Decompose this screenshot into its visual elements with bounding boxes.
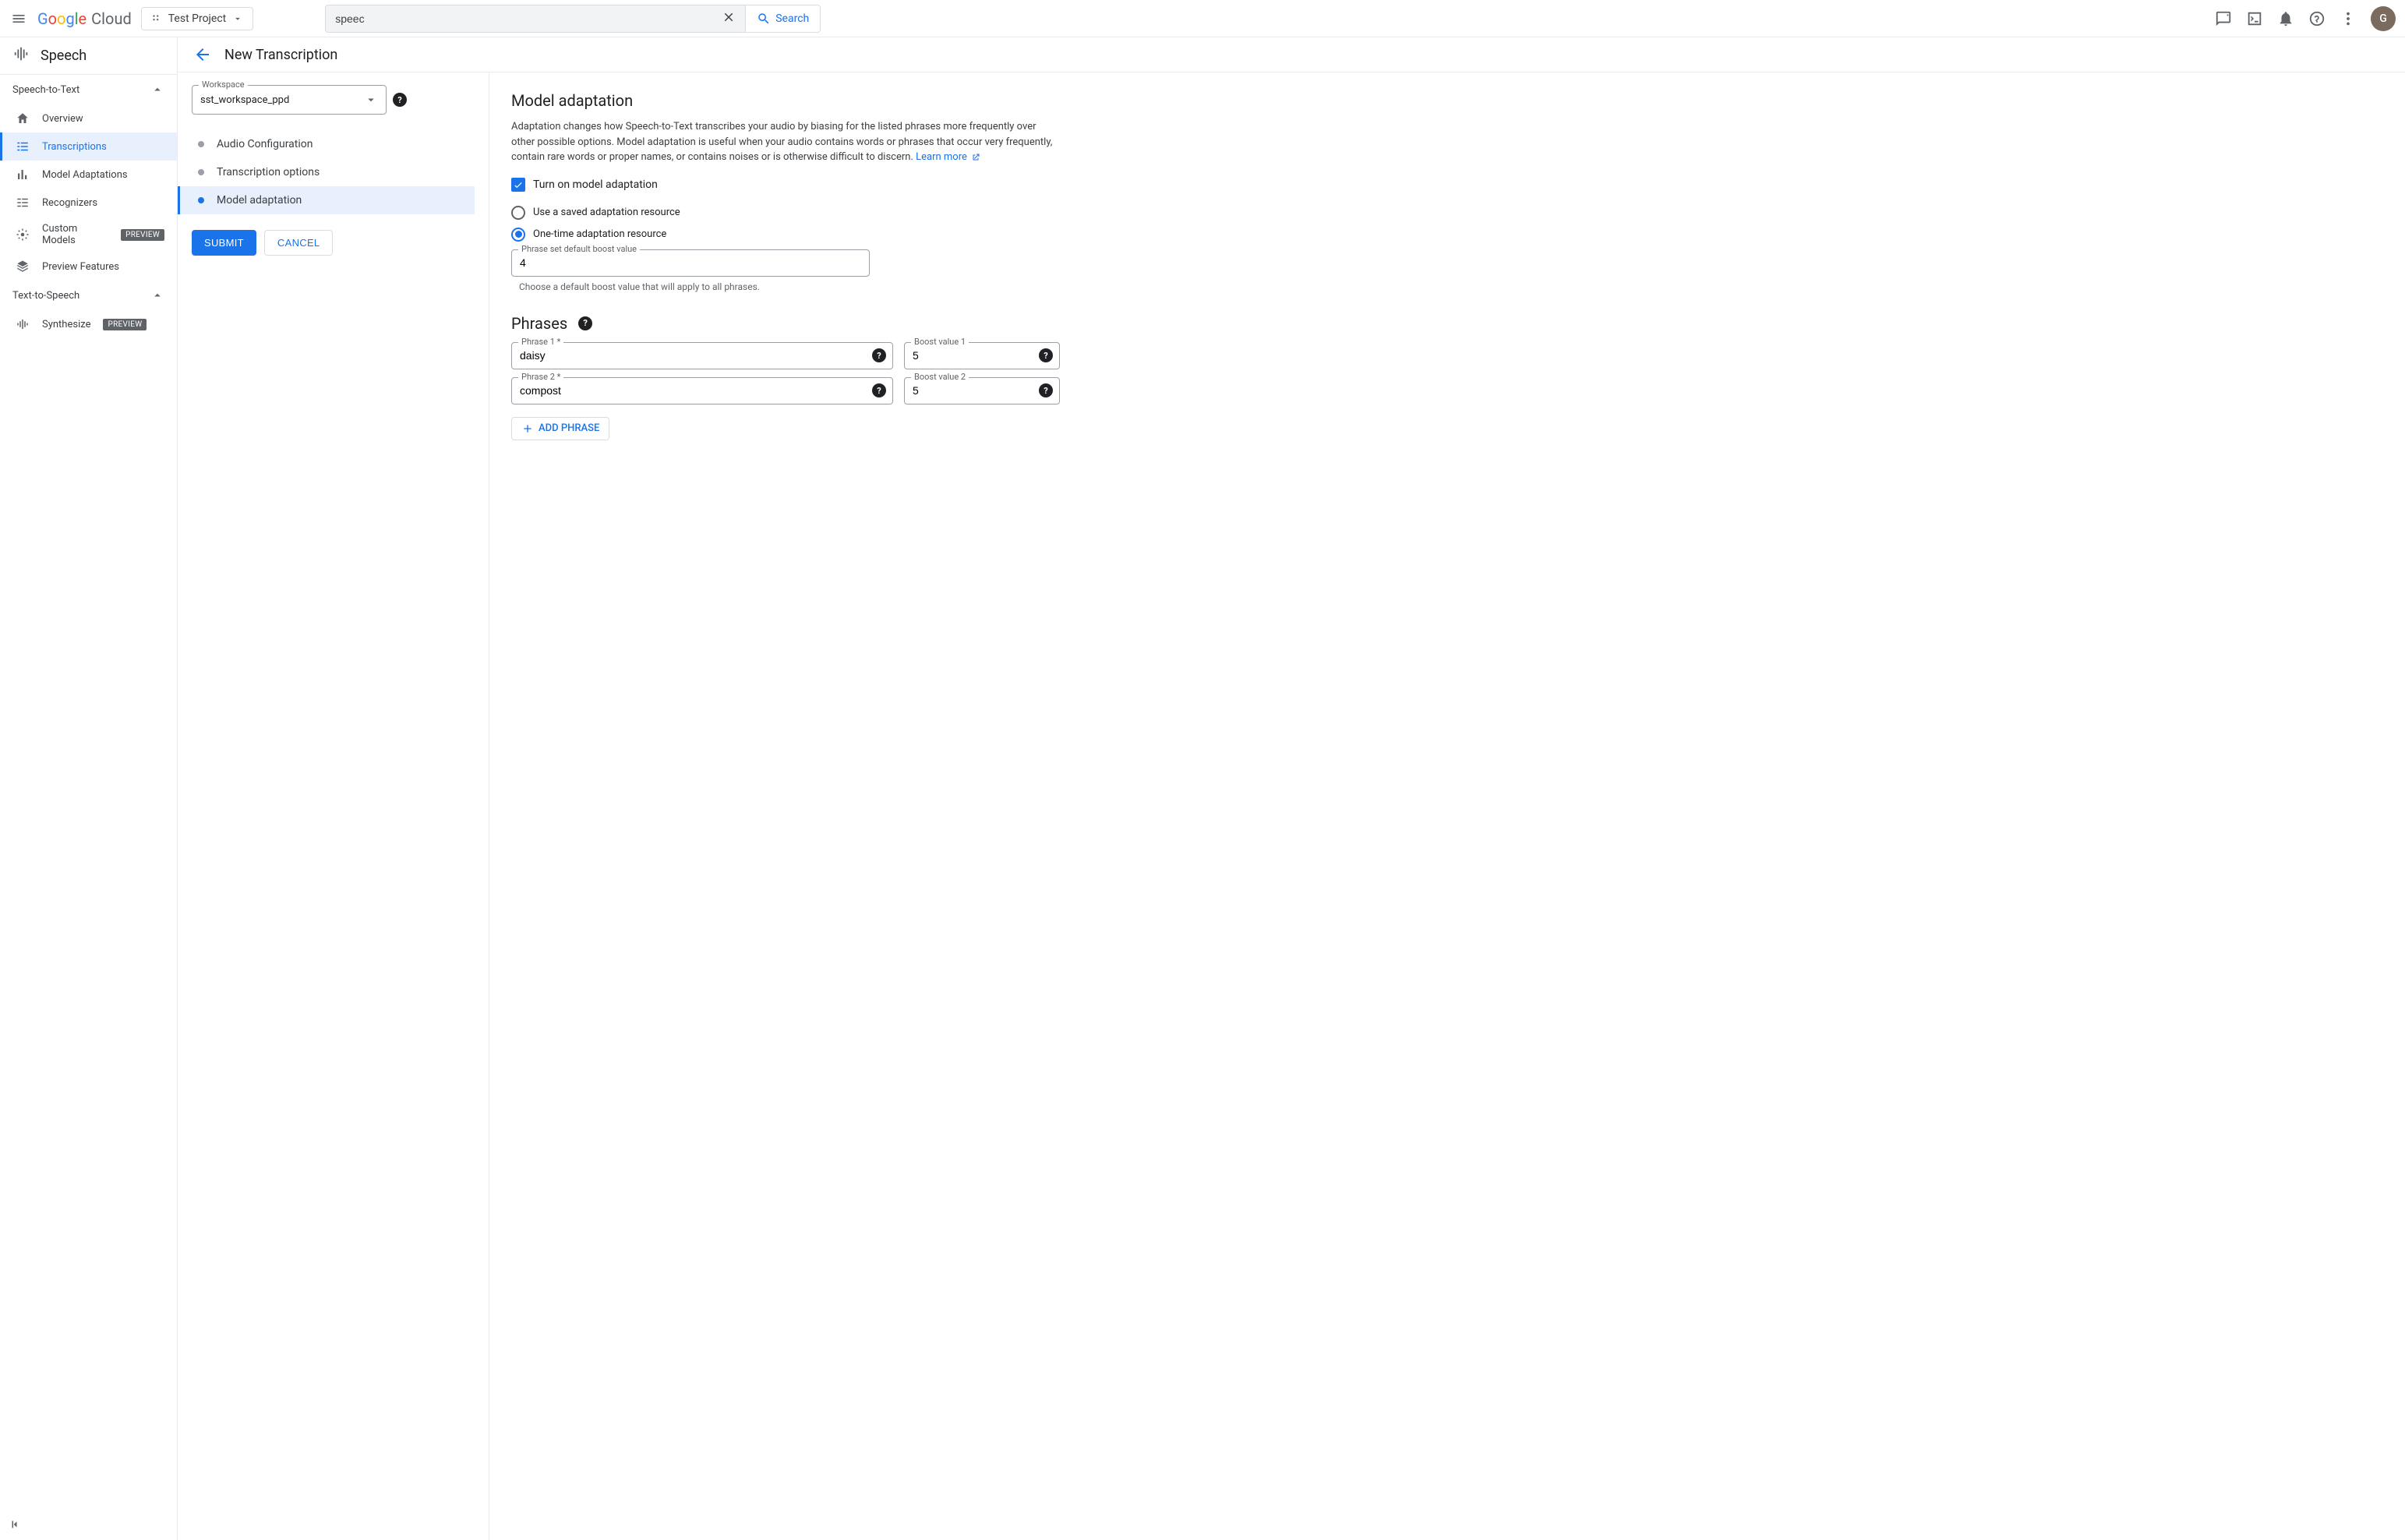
preview-badge: PREVIEW [121, 229, 164, 241]
boost-2-input[interactable] [913, 384, 1031, 397]
notifications-icon[interactable] [2277, 10, 2294, 27]
search-input-container[interactable] [325, 5, 746, 33]
step-model-adaptation[interactable]: Model adaptation [178, 186, 475, 214]
chat-icon[interactable] [2215, 10, 2232, 27]
section-description: Adaptation changes how Speech-to-Text tr… [511, 119, 1060, 165]
layers-icon [16, 260, 30, 274]
waveform-icon [16, 317, 30, 331]
search-button[interactable]: Search [746, 5, 821, 33]
workspace-help-icon[interactable]: ? [393, 93, 407, 107]
preview-badge: PREVIEW [103, 319, 147, 330]
clear-search-icon[interactable] [722, 10, 736, 27]
radio-saved-label: Use a saved adaptation resource [533, 207, 680, 218]
sidebar-header: Speech [0, 37, 177, 75]
product-title: Speech [41, 48, 87, 64]
boost-1-label: Boost value 1 [911, 337, 969, 347]
submit-button[interactable]: SUBMIT [192, 230, 256, 256]
nav-transcriptions[interactable]: Transcriptions [0, 132, 177, 161]
external-link-icon [971, 153, 980, 162]
radio-saved-resource[interactable] [511, 206, 525, 220]
phrase-2-input[interactable] [520, 384, 864, 397]
boost-hint: Choose a default boost value that will a… [519, 281, 1060, 292]
enable-adaptation-checkbox[interactable] [511, 178, 525, 192]
help-icon[interactable] [2308, 10, 2326, 27]
phrase-1-input[interactable] [520, 349, 864, 362]
gcp-logo[interactable]: Google Cloud [37, 9, 132, 28]
enable-adaptation-label: Turn on model adaptation [533, 178, 658, 191]
workspace-label: Workspace [199, 79, 248, 90]
check-icon [513, 179, 524, 190]
step-dot-icon [198, 169, 204, 175]
step-audio-config[interactable]: Audio Configuration [192, 130, 475, 158]
search-icon [757, 12, 771, 26]
boost-2-help-icon[interactable]: ? [1039, 383, 1053, 397]
boost-value-input[interactable] [520, 256, 861, 269]
phrase-2-help-icon[interactable]: ? [872, 383, 886, 397]
more-vert-icon[interactable] [2340, 10, 2357, 27]
workspace-value: sst_workspace_ppd [200, 94, 364, 106]
add-phrase-button[interactable]: ADD PHRASE [511, 417, 609, 440]
section-heading: Model adaptation [511, 91, 1060, 110]
nav-recognizers[interactable]: Recognizers [0, 189, 177, 217]
page-title: New Transcription [224, 47, 337, 63]
back-button[interactable] [193, 45, 212, 64]
radio-onetime-resource[interactable] [511, 228, 525, 242]
phrase-1-help-icon[interactable]: ? [872, 348, 886, 362]
nav-model-adaptations[interactable]: Model Adaptations [0, 161, 177, 189]
project-name: Test Project [168, 12, 226, 25]
menu-icon[interactable] [9, 9, 28, 28]
phrases-heading: Phrases [511, 314, 567, 333]
cloud-shell-icon[interactable] [2246, 10, 2263, 27]
boost-1-input[interactable] [913, 349, 1031, 362]
search-button-label: Search [775, 12, 809, 25]
nav-overview[interactable]: Overview [0, 104, 177, 132]
boost-2-label: Boost value 2 [911, 372, 969, 382]
list-icon [16, 140, 30, 154]
phrases-help-icon[interactable]: ? [578, 316, 592, 330]
nav-preview-features[interactable]: Preview Features [0, 253, 177, 281]
radio-onetime-label: One-time adaptation resource [533, 228, 666, 240]
phrase-1-label: Phrase 1 * [518, 337, 563, 347]
sidebar: Speech Speech-to-Text Overview Transcrip… [0, 37, 178, 1540]
caret-down-icon [232, 13, 243, 24]
home-icon [16, 111, 30, 125]
tune-icon [16, 228, 30, 242]
nav-section-stt[interactable]: Speech-to-Text [0, 75, 177, 104]
search-input[interactable] [335, 12, 722, 25]
speech-product-icon [12, 45, 30, 66]
workspace-select[interactable]: Workspace sst_workspace_ppd [192, 85, 387, 115]
collapse-sidebar-icon[interactable] [6, 1515, 25, 1534]
avatar[interactable]: G [2371, 6, 2396, 31]
chevron-up-icon [150, 288, 164, 302]
boost-label: Phrase set default boost value [518, 244, 640, 254]
nav-section-tts[interactable]: Text-to-Speech [0, 281, 177, 310]
boost-1-help-icon[interactable]: ? [1039, 348, 1053, 362]
project-picker[interactable]: Test Project [141, 7, 253, 30]
bars-icon [16, 168, 30, 182]
nav-synthesize[interactable]: Synthesize PREVIEW [0, 310, 177, 338]
phrase-2-label: Phrase 2 * [518, 372, 563, 382]
caret-down-icon [364, 93, 378, 107]
grid-icon [16, 196, 30, 210]
step-dot-icon [198, 141, 204, 147]
plus-icon [521, 422, 534, 435]
chevron-up-icon [150, 83, 164, 97]
cancel-button[interactable]: CANCEL [264, 230, 334, 256]
step-transcription-options[interactable]: Transcription options [192, 158, 475, 186]
step-dot-icon [198, 197, 204, 203]
nav-custom-models[interactable]: Custom Models PREVIEW [0, 217, 177, 253]
learn-more-link[interactable]: Learn more [916, 151, 980, 163]
